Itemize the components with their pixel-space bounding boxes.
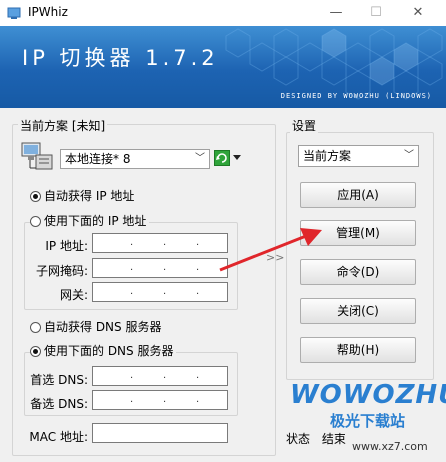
connection-select-value: 本地连接* 8 <box>65 152 131 166</box>
manual-dns-label: 使用下面的 DNS 服务器 <box>44 344 174 358</box>
title-bar: IPWhiz — ☐ ✕ <box>0 0 446 26</box>
mac-address-label: MAC 地址: <box>29 430 88 444</box>
maximize-button[interactable]: ☐ <box>356 0 396 26</box>
app-name-title: IP 切换器 1.7.2 <box>22 46 219 70</box>
close-window-button[interactable]: ✕ <box>398 0 438 26</box>
status-value: 结束 <box>321 432 346 446</box>
network-connection-icon <box>21 142 53 170</box>
manual-ip-option[interactable]: 使用下面的 IP 地址 <box>30 213 150 229</box>
primary-dns-input[interactable]: ... <box>92 366 228 386</box>
manual-dns-radio[interactable] <box>30 346 41 357</box>
manual-ip-radio[interactable] <box>30 216 41 227</box>
secondary-dns-label: 备选 DNS: <box>30 397 88 411</box>
scheme-select-value: 当前方案 <box>303 149 352 163</box>
help-button[interactable]: 帮助(H) <box>300 337 416 363</box>
minimize-button[interactable]: — <box>316 0 356 26</box>
app-icon <box>7 7 21 19</box>
annotation-arrow <box>219 228 322 272</box>
auto-ip-label: 自动获得 IP 地址 <box>44 189 135 203</box>
subnet-mask-input[interactable]: ... <box>92 258 228 278</box>
designer-credit: DESIGNED BY WOWOZHU (LINDOWS) <box>280 92 432 100</box>
manual-dns-option[interactable]: 使用下面的 DNS 服务器 <box>30 343 177 359</box>
apply-button[interactable]: 应用(A) <box>300 182 416 208</box>
manual-ip-label: 使用下面的 IP 地址 <box>44 214 147 228</box>
auto-dns-label: 自动获得 DNS 服务器 <box>44 320 162 334</box>
gateway-label: 网关: <box>59 288 88 302</box>
window-title: IPWhiz <box>28 5 68 19</box>
auto-dns-radio[interactable] <box>30 322 41 333</box>
status-bar: 状态 结束 <box>286 430 346 447</box>
watermark-site-url: www.xz7.com <box>352 440 428 453</box>
settings-label: 设置 <box>290 117 319 134</box>
status-label: 状态 <box>286 432 311 446</box>
chevron-down-icon: ﹀ <box>195 153 205 164</box>
connection-select[interactable]: 本地连接* 8 ﹀ <box>60 149 210 169</box>
secondary-dns-input[interactable]: ... <box>92 390 228 410</box>
watermark-brand: WOWOZHU <box>290 380 446 410</box>
current-scheme-label: 当前方案 [未知] <box>18 117 108 134</box>
auto-dns-option[interactable]: 自动获得 DNS 服务器 <box>30 319 165 335</box>
scheme-select[interactable]: 当前方案 ﹀ <box>298 145 419 167</box>
ip-address-label: IP 地址: <box>45 239 88 253</box>
close-button[interactable]: 关闭(C) <box>300 298 416 324</box>
ip-address-input[interactable]: ... <box>92 233 228 253</box>
subnet-mask-label: 子网掩码: <box>35 264 88 278</box>
refresh-icon[interactable] <box>214 150 230 166</box>
watermark-site-name: 极光下载站 <box>330 412 406 430</box>
auto-ip-option[interactable]: 自动获得 IP 地址 <box>30 188 138 204</box>
gateway-input[interactable]: ... <box>92 282 228 302</box>
primary-dns-label: 首选 DNS: <box>30 373 88 387</box>
auto-ip-radio[interactable] <box>30 191 41 202</box>
header-banner: IP 切换器 1.7.2 DESIGNED BY WOWOZHU (LINDOW… <box>0 26 446 108</box>
mac-address-input[interactable] <box>92 423 228 443</box>
chevron-down-icon: ﹀ <box>404 150 414 161</box>
dropdown-caret-icon[interactable] <box>233 155 241 161</box>
